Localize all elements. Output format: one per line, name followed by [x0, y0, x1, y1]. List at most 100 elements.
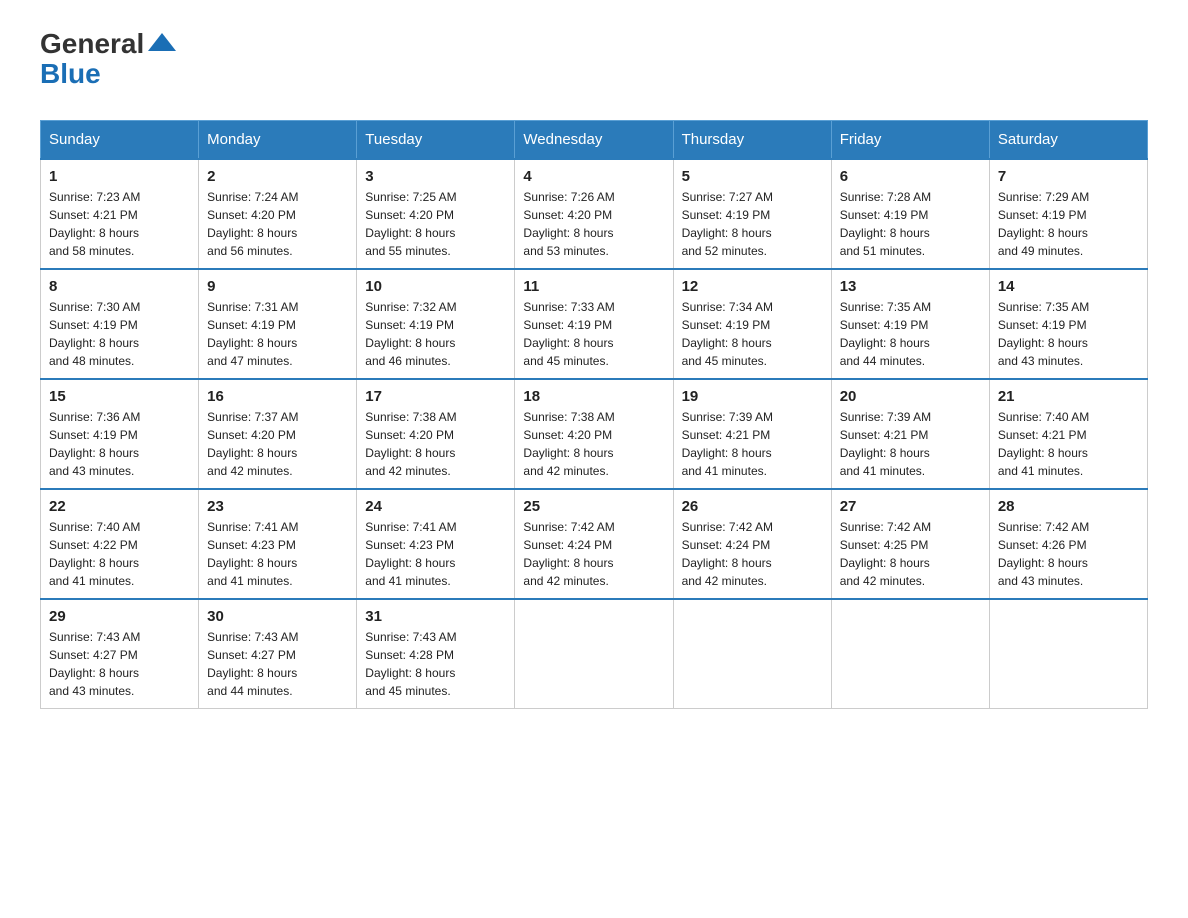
- logo-general: General: [40, 28, 144, 59]
- day-info: Sunrise: 7:39 AM Sunset: 4:21 PM Dayligh…: [682, 408, 823, 480]
- day-number: 7: [998, 168, 1139, 185]
- table-row: 16 Sunrise: 7:37 AM Sunset: 4:20 PM Dayl…: [199, 379, 357, 489]
- day-number: 27: [840, 498, 981, 515]
- day-info: Sunrise: 7:25 AM Sunset: 4:20 PM Dayligh…: [365, 188, 506, 260]
- day-number: 8: [49, 278, 190, 295]
- table-row: 25 Sunrise: 7:42 AM Sunset: 4:24 PM Dayl…: [515, 489, 673, 599]
- day-info: Sunrise: 7:28 AM Sunset: 4:19 PM Dayligh…: [840, 188, 981, 260]
- week-row-5: 29 Sunrise: 7:43 AM Sunset: 4:27 PM Dayl…: [41, 599, 1148, 709]
- day-info: Sunrise: 7:43 AM Sunset: 4:27 PM Dayligh…: [49, 628, 190, 700]
- table-row: 23 Sunrise: 7:41 AM Sunset: 4:23 PM Dayl…: [199, 489, 357, 599]
- header-sunday: Sunday: [41, 121, 199, 160]
- day-info: Sunrise: 7:43 AM Sunset: 4:27 PM Dayligh…: [207, 628, 348, 700]
- day-info: Sunrise: 7:38 AM Sunset: 4:20 PM Dayligh…: [365, 408, 506, 480]
- logo-text: General: [40, 30, 176, 58]
- header-friday: Friday: [831, 121, 989, 160]
- day-info: Sunrise: 7:26 AM Sunset: 4:20 PM Dayligh…: [523, 188, 664, 260]
- table-row: 27 Sunrise: 7:42 AM Sunset: 4:25 PM Dayl…: [831, 489, 989, 599]
- day-number: 28: [998, 498, 1139, 515]
- table-row: 19 Sunrise: 7:39 AM Sunset: 4:21 PM Dayl…: [673, 379, 831, 489]
- day-info: Sunrise: 7:31 AM Sunset: 4:19 PM Dayligh…: [207, 298, 348, 370]
- table-row: 20 Sunrise: 7:39 AM Sunset: 4:21 PM Dayl…: [831, 379, 989, 489]
- days-header-row: SundayMondayTuesdayWednesdayThursdayFrid…: [41, 121, 1148, 160]
- table-row: 31 Sunrise: 7:43 AM Sunset: 4:28 PM Dayl…: [357, 599, 515, 709]
- table-row: 6 Sunrise: 7:28 AM Sunset: 4:19 PM Dayli…: [831, 159, 989, 269]
- week-row-4: 22 Sunrise: 7:40 AM Sunset: 4:22 PM Dayl…: [41, 489, 1148, 599]
- day-number: 9: [207, 278, 348, 295]
- day-number: 26: [682, 498, 823, 515]
- table-row: 14 Sunrise: 7:35 AM Sunset: 4:19 PM Dayl…: [989, 269, 1147, 379]
- calendar-table: SundayMondayTuesdayWednesdayThursdayFrid…: [40, 120, 1148, 709]
- day-number: 19: [682, 388, 823, 405]
- day-info: Sunrise: 7:39 AM Sunset: 4:21 PM Dayligh…: [840, 408, 981, 480]
- table-row: 9 Sunrise: 7:31 AM Sunset: 4:19 PM Dayli…: [199, 269, 357, 379]
- day-number: 24: [365, 498, 506, 515]
- table-row: [989, 599, 1147, 709]
- day-info: Sunrise: 7:29 AM Sunset: 4:19 PM Dayligh…: [998, 188, 1139, 260]
- day-info: Sunrise: 7:40 AM Sunset: 4:22 PM Dayligh…: [49, 518, 190, 590]
- table-row: 28 Sunrise: 7:42 AM Sunset: 4:26 PM Dayl…: [989, 489, 1147, 599]
- page-header: General Blue: [40, 30, 1148, 90]
- header-tuesday: Tuesday: [357, 121, 515, 160]
- table-row: 10 Sunrise: 7:32 AM Sunset: 4:19 PM Dayl…: [357, 269, 515, 379]
- day-info: Sunrise: 7:40 AM Sunset: 4:21 PM Dayligh…: [998, 408, 1139, 480]
- day-info: Sunrise: 7:32 AM Sunset: 4:19 PM Dayligh…: [365, 298, 506, 370]
- day-info: Sunrise: 7:42 AM Sunset: 4:25 PM Dayligh…: [840, 518, 981, 590]
- table-row: [673, 599, 831, 709]
- day-number: 6: [840, 168, 981, 185]
- logo-triangle-icon: [148, 33, 176, 51]
- day-info: Sunrise: 7:27 AM Sunset: 4:19 PM Dayligh…: [682, 188, 823, 260]
- table-row: 3 Sunrise: 7:25 AM Sunset: 4:20 PM Dayli…: [357, 159, 515, 269]
- day-info: Sunrise: 7:35 AM Sunset: 4:19 PM Dayligh…: [998, 298, 1139, 370]
- day-number: 20: [840, 388, 981, 405]
- day-info: Sunrise: 7:42 AM Sunset: 4:26 PM Dayligh…: [998, 518, 1139, 590]
- day-info: Sunrise: 7:38 AM Sunset: 4:20 PM Dayligh…: [523, 408, 664, 480]
- day-number: 5: [682, 168, 823, 185]
- day-number: 17: [365, 388, 506, 405]
- day-number: 30: [207, 608, 348, 625]
- day-number: 18: [523, 388, 664, 405]
- day-info: Sunrise: 7:35 AM Sunset: 4:19 PM Dayligh…: [840, 298, 981, 370]
- header-thursday: Thursday: [673, 121, 831, 160]
- day-number: 12: [682, 278, 823, 295]
- day-number: 13: [840, 278, 981, 295]
- header-saturday: Saturday: [989, 121, 1147, 160]
- day-info: Sunrise: 7:34 AM Sunset: 4:19 PM Dayligh…: [682, 298, 823, 370]
- week-row-2: 8 Sunrise: 7:30 AM Sunset: 4:19 PM Dayli…: [41, 269, 1148, 379]
- header-wednesday: Wednesday: [515, 121, 673, 160]
- table-row: 30 Sunrise: 7:43 AM Sunset: 4:27 PM Dayl…: [199, 599, 357, 709]
- day-info: Sunrise: 7:37 AM Sunset: 4:20 PM Dayligh…: [207, 408, 348, 480]
- day-number: 15: [49, 388, 190, 405]
- table-row: [831, 599, 989, 709]
- day-number: 1: [49, 168, 190, 185]
- table-row: 5 Sunrise: 7:27 AM Sunset: 4:19 PM Dayli…: [673, 159, 831, 269]
- table-row: 13 Sunrise: 7:35 AM Sunset: 4:19 PM Dayl…: [831, 269, 989, 379]
- day-info: Sunrise: 7:24 AM Sunset: 4:20 PM Dayligh…: [207, 188, 348, 260]
- day-info: Sunrise: 7:43 AM Sunset: 4:28 PM Dayligh…: [365, 628, 506, 700]
- day-number: 10: [365, 278, 506, 295]
- day-number: 29: [49, 608, 190, 625]
- table-row: 7 Sunrise: 7:29 AM Sunset: 4:19 PM Dayli…: [989, 159, 1147, 269]
- day-info: Sunrise: 7:30 AM Sunset: 4:19 PM Dayligh…: [49, 298, 190, 370]
- header-monday: Monday: [199, 121, 357, 160]
- day-number: 23: [207, 498, 348, 515]
- logo: General Blue: [40, 30, 176, 90]
- table-row: 8 Sunrise: 7:30 AM Sunset: 4:19 PM Dayli…: [41, 269, 199, 379]
- day-info: Sunrise: 7:41 AM Sunset: 4:23 PM Dayligh…: [207, 518, 348, 590]
- table-row: 1 Sunrise: 7:23 AM Sunset: 4:21 PM Dayli…: [41, 159, 199, 269]
- day-info: Sunrise: 7:23 AM Sunset: 4:21 PM Dayligh…: [49, 188, 190, 260]
- day-info: Sunrise: 7:42 AM Sunset: 4:24 PM Dayligh…: [523, 518, 664, 590]
- table-row: 17 Sunrise: 7:38 AM Sunset: 4:20 PM Dayl…: [357, 379, 515, 489]
- day-info: Sunrise: 7:33 AM Sunset: 4:19 PM Dayligh…: [523, 298, 664, 370]
- logo-blue: Blue: [40, 58, 101, 90]
- table-row: 2 Sunrise: 7:24 AM Sunset: 4:20 PM Dayli…: [199, 159, 357, 269]
- week-row-3: 15 Sunrise: 7:36 AM Sunset: 4:19 PM Dayl…: [41, 379, 1148, 489]
- day-number: 3: [365, 168, 506, 185]
- table-row: 24 Sunrise: 7:41 AM Sunset: 4:23 PM Dayl…: [357, 489, 515, 599]
- table-row: 15 Sunrise: 7:36 AM Sunset: 4:19 PM Dayl…: [41, 379, 199, 489]
- day-number: 22: [49, 498, 190, 515]
- table-row: 4 Sunrise: 7:26 AM Sunset: 4:20 PM Dayli…: [515, 159, 673, 269]
- table-row: 12 Sunrise: 7:34 AM Sunset: 4:19 PM Dayl…: [673, 269, 831, 379]
- day-number: 25: [523, 498, 664, 515]
- day-number: 14: [998, 278, 1139, 295]
